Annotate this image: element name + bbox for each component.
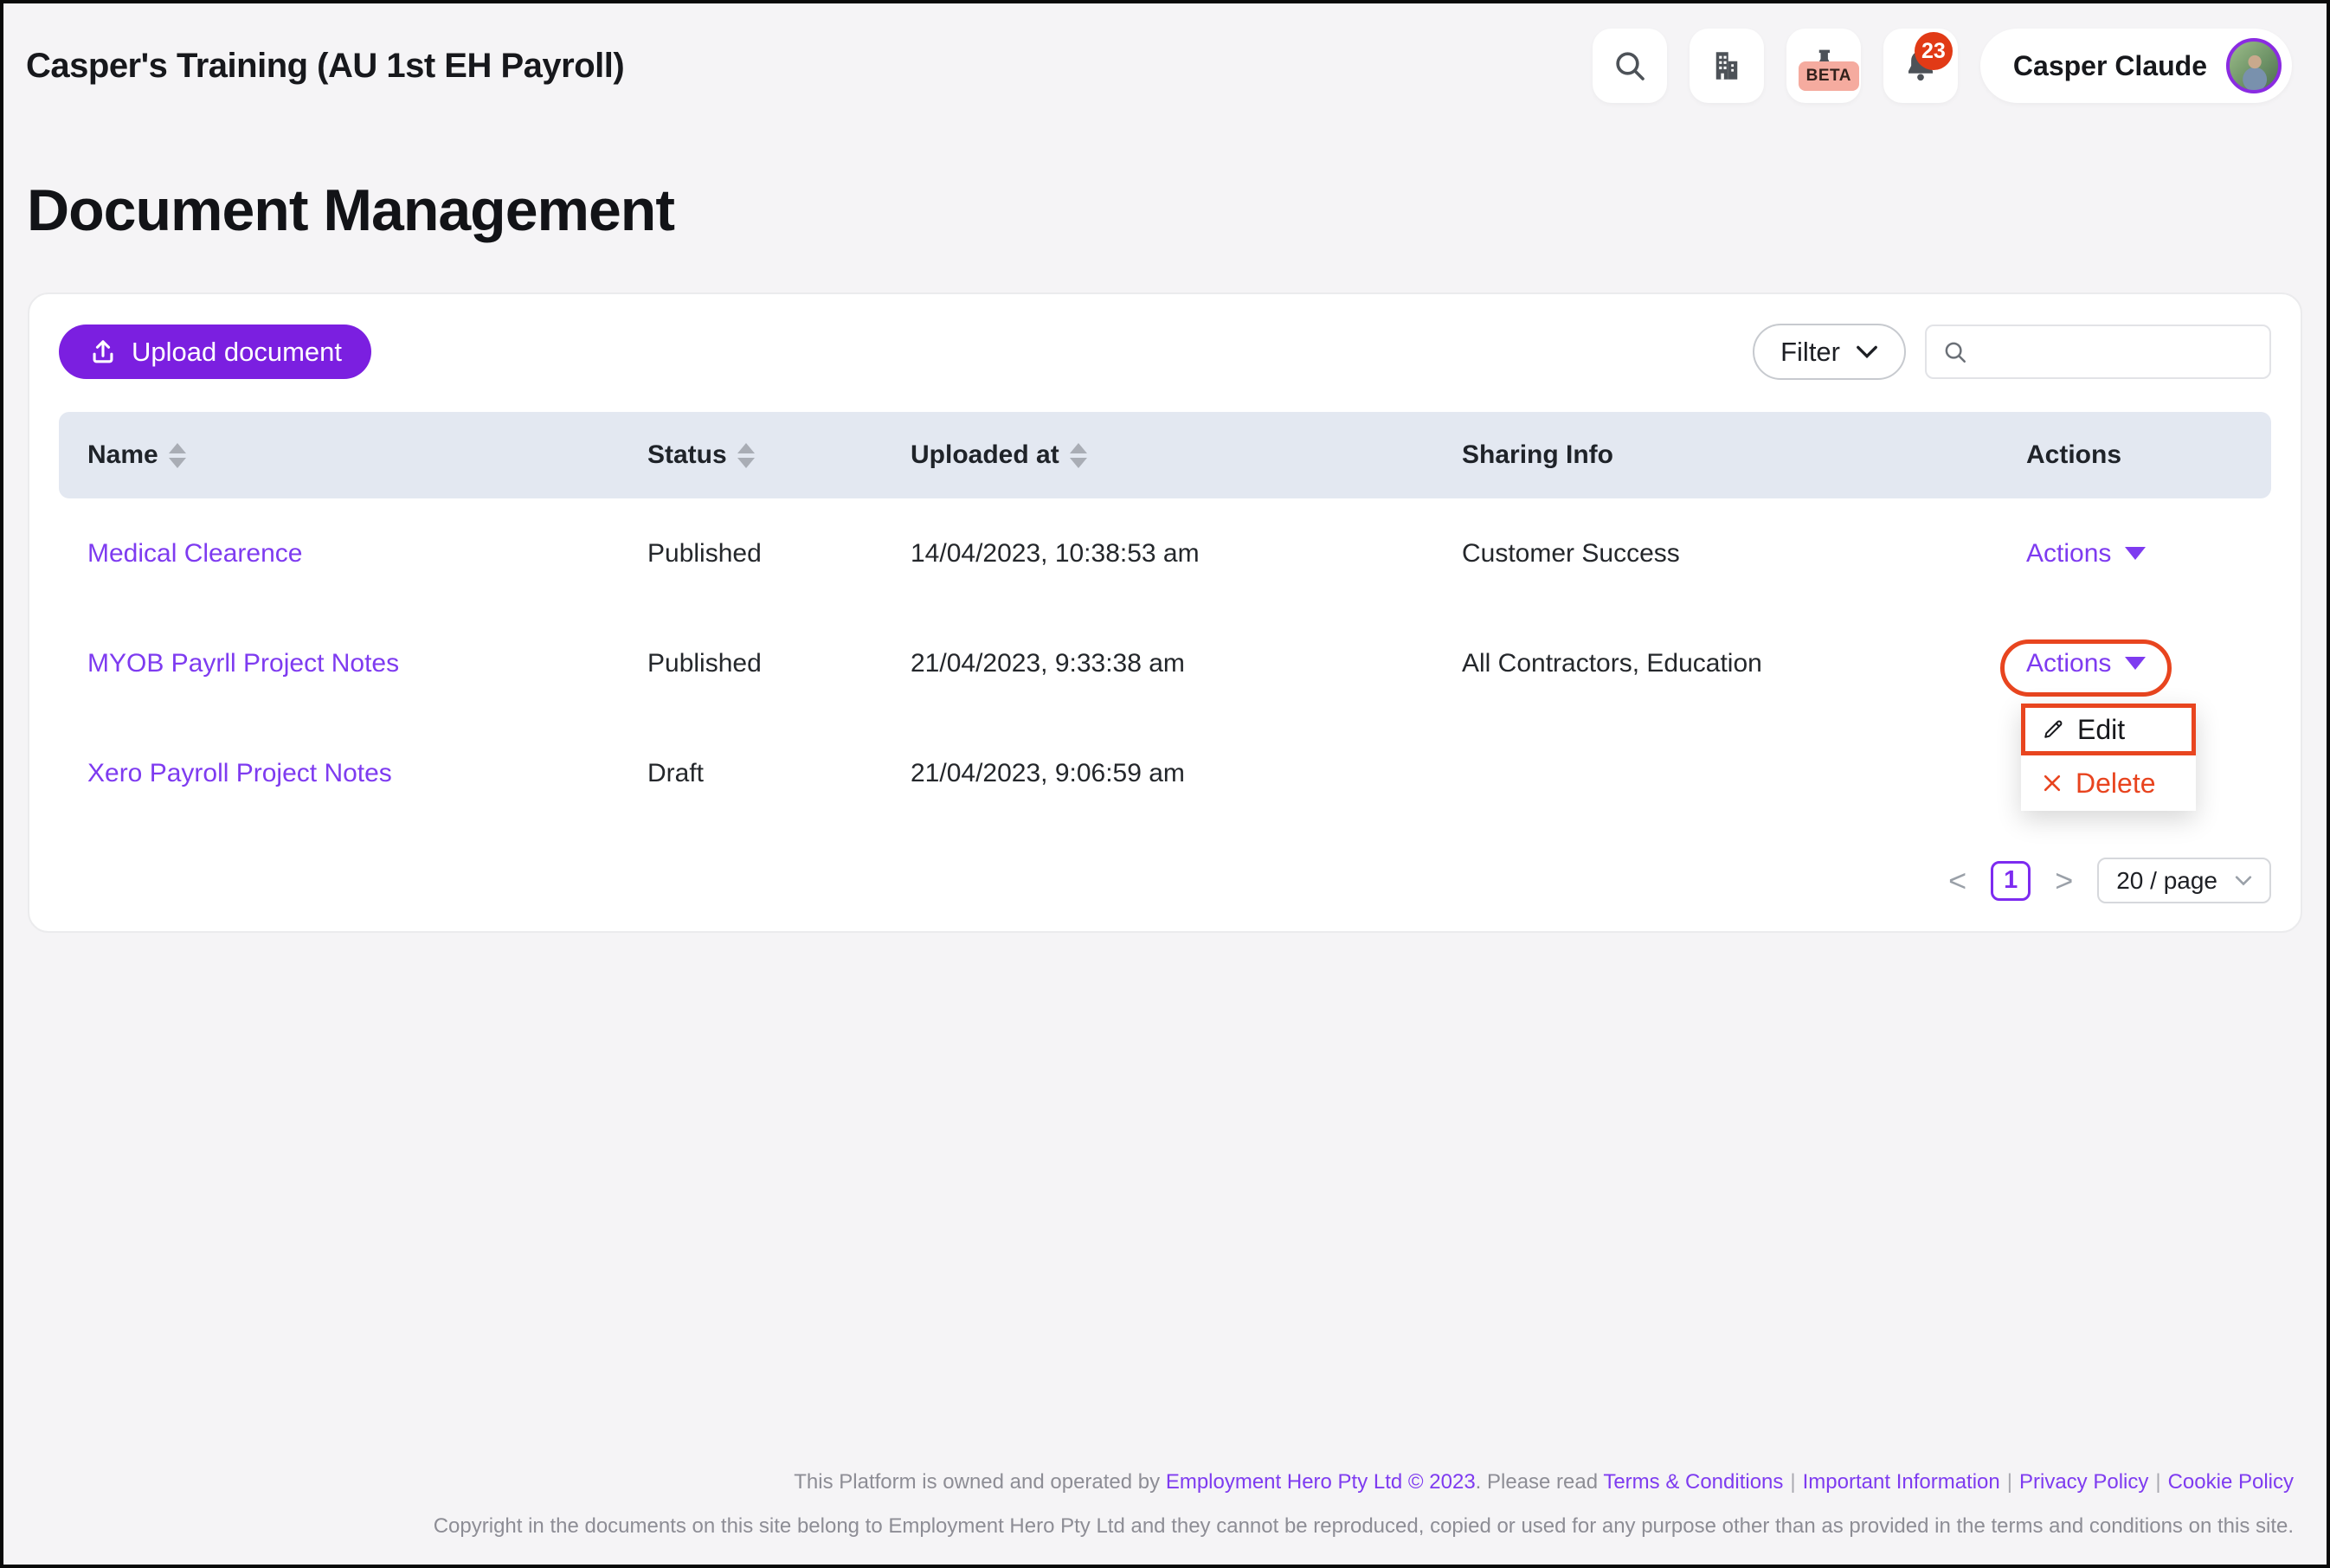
sort-icon[interactable] — [1069, 442, 1087, 468]
beta-badge: BETA — [1798, 61, 1859, 91]
table-search — [1925, 325, 2271, 379]
table-row: MYOB Payrll Project Notes Published 21/0… — [59, 608, 2271, 811]
organisation-button[interactable] — [1689, 29, 1764, 103]
upload-document-button[interactable]: Upload document — [59, 325, 371, 379]
notifications-button[interactable]: 23 — [1883, 29, 1958, 103]
next-page-button[interactable]: > — [2051, 864, 2076, 896]
top-bar: Casper's Training (AU 1st EH Payroll) BE… — [3, 3, 2327, 106]
filter-button[interactable]: Filter — [1753, 324, 1906, 380]
table-row: Xero Payroll Project Notes Draft 21/04/2… — [59, 718, 2271, 828]
notification-count-badge: 23 — [1914, 32, 1953, 70]
toolbar-right: Filter — [1753, 324, 2271, 380]
uploaded-at-cell: 21/04/2023, 9:06:59 am — [911, 758, 1185, 787]
column-header-name[interactable]: Name — [59, 440, 647, 470]
current-page-button[interactable]: 1 — [1991, 860, 2031, 901]
actions-dropdown-menu: Edit Delete — [2021, 704, 2196, 811]
profile-menu[interactable]: Casper Claude — [1979, 29, 2292, 103]
prev-page-button[interactable]: < — [1945, 864, 1970, 896]
column-header-status[interactable]: Status — [647, 440, 911, 470]
footer-line-1: This Platform is owned and operated by E… — [794, 1470, 2294, 1494]
caret-down-icon — [2125, 657, 2147, 670]
status-cell: Draft — [647, 758, 705, 787]
search-button[interactable] — [1592, 29, 1667, 103]
page-title: Document Management — [27, 177, 675, 243]
chevron-down-icon — [1856, 344, 1878, 360]
footer-line-2: Copyright in the documents on this site … — [433, 1514, 2294, 1538]
table-row: Medical Clearence Published 14/04/2023, … — [59, 498, 2271, 608]
actions-dropdown-trigger[interactable]: Actions — [2026, 539, 2147, 569]
upload-icon — [88, 337, 118, 367]
search-icon — [1942, 339, 1968, 365]
footer: This Platform is owned and operated by E… — [434, 1470, 2294, 1539]
column-header-uploaded-at[interactable]: Uploaded at — [911, 440, 1462, 470]
beta-features-button[interactable]: BETA — [1786, 29, 1861, 103]
chevron-down-icon — [2235, 875, 2252, 887]
filter-label: Filter — [1780, 336, 1840, 367]
caret-down-icon — [2125, 547, 2147, 560]
status-cell: Published — [647, 648, 762, 678]
privacy-policy-link[interactable]: Privacy Policy — [2019, 1470, 2148, 1494]
column-header-sharing-info: Sharing Info — [1462, 440, 1613, 469]
search-icon — [1612, 48, 1647, 83]
pagination: < 1 > 20 / page — [59, 858, 2271, 903]
menu-item-delete[interactable]: Delete — [2021, 755, 2196, 811]
app-window: Casper's Training (AU 1st EH Payroll) BE… — [0, 0, 2330, 1568]
company-link[interactable]: Employment Hero Pty Ltd © 2023 — [1166, 1470, 1476, 1494]
building-icon — [1709, 48, 1745, 84]
cookie-policy-link[interactable]: Cookie Policy — [2168, 1470, 2294, 1494]
org-title: Casper's Training (AU 1st EH Payroll) — [26, 46, 625, 85]
uploaded-at-cell: 14/04/2023, 10:38:53 am — [911, 538, 1200, 568]
upload-label: Upload document — [132, 336, 342, 367]
sort-icon[interactable] — [168, 442, 186, 468]
document-link[interactable]: Xero Payroll Project Notes — [87, 759, 392, 787]
card-toolbar: Upload document Filter — [59, 324, 2271, 380]
table-header: Name Status Uploaded at Sharing Info Act… — [59, 412, 2271, 498]
page-size-select[interactable]: 20 / page — [2097, 858, 2271, 903]
important-info-link[interactable]: Important Information — [1803, 1470, 2000, 1494]
document-link[interactable]: MYOB Payrll Project Notes — [87, 649, 399, 678]
document-link[interactable]: Medical Clearence — [87, 539, 302, 568]
documents-card: Upload document Filter Name Status Uploa… — [28, 292, 2302, 933]
pencil-icon — [2041, 717, 2065, 742]
status-cell: Published — [647, 538, 762, 568]
x-icon — [2041, 772, 2063, 794]
column-header-actions: Actions — [2026, 440, 2122, 469]
topbar-actions: BETA 23 Casper Claude — [1592, 29, 2292, 103]
sort-icon[interactable] — [737, 442, 755, 468]
profile-name: Casper Claude — [2012, 49, 2207, 81]
sharing-info-cell: All Contractors, Education — [1462, 648, 1762, 678]
menu-item-edit[interactable]: Edit — [2021, 704, 2196, 755]
sharing-info-cell: Customer Success — [1462, 538, 1680, 568]
avatar — [2226, 38, 2282, 93]
uploaded-at-cell: 21/04/2023, 9:33:38 am — [911, 648, 1185, 678]
search-input[interactable] — [1980, 337, 2254, 367]
terms-link[interactable]: Terms & Conditions — [1603, 1470, 1783, 1494]
actions-dropdown-trigger[interactable]: Actions — [2026, 649, 2147, 678]
